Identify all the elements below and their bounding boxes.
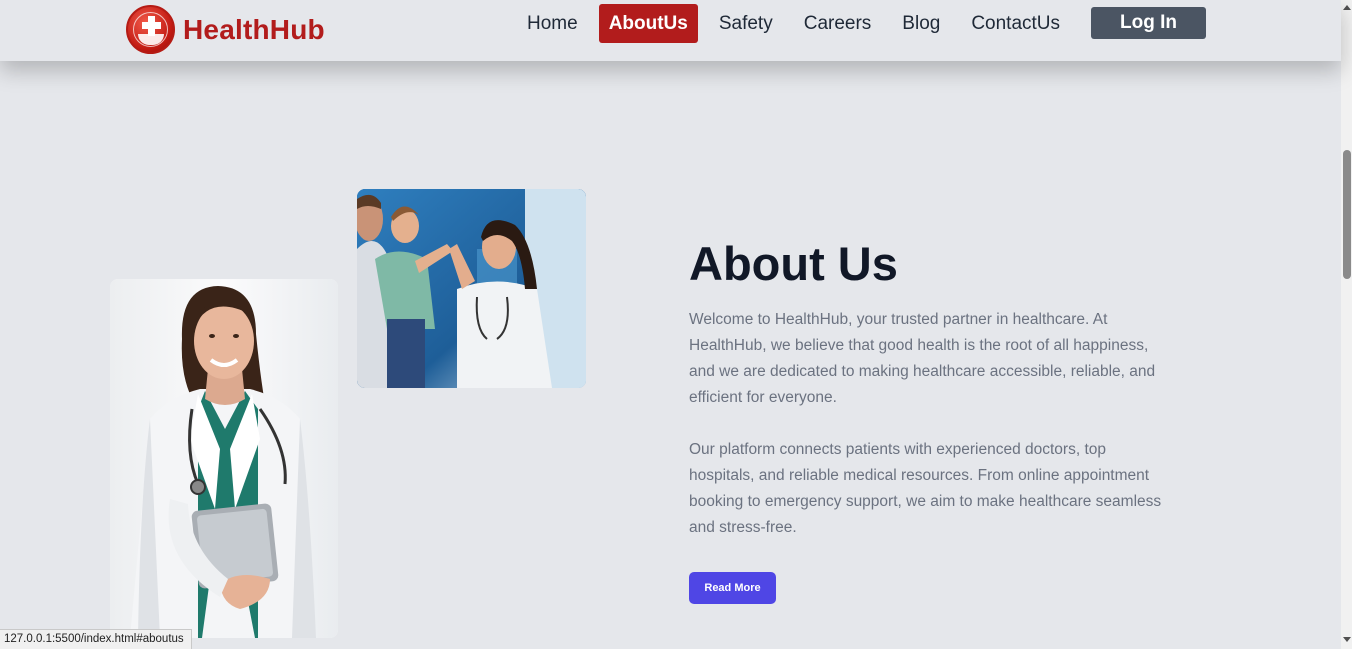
nav-blog[interactable]: Blog <box>892 4 950 43</box>
nav-careers[interactable]: Careers <box>794 4 882 43</box>
female-doctor-photo <box>110 279 338 638</box>
nav-aboutus[interactable]: AboutUs <box>598 3 698 43</box>
main-nav: Home AboutUs Safety Careers Blog Contact… <box>517 3 1081 43</box>
about-paragraph-1: Welcome to HealthHub, your trusted partn… <box>689 311 1156 406</box>
nav-safety[interactable]: Safety <box>709 4 783 43</box>
family-high-five-photo <box>357 189 586 388</box>
scroll-down-icon[interactable] <box>1343 637 1351 642</box>
about-paragraph-2: Our platform connects patients with expe… <box>689 441 1162 536</box>
read-more-button[interactable]: Read More <box>689 572 776 604</box>
nav-home[interactable]: Home <box>517 4 588 43</box>
brand-logo[interactable]: HealthHub <box>126 5 325 54</box>
nav-contactus[interactable]: ContactUs <box>961 4 1070 43</box>
login-button[interactable]: Log In <box>1091 7 1206 39</box>
site-header: HealthHub Home AboutUs Safety Careers Bl… <box>0 0 1341 61</box>
about-title: About Us <box>689 237 898 290</box>
medical-cross-globe-icon <box>126 5 175 54</box>
page-scrollbar[interactable] <box>1341 0 1352 649</box>
scroll-thumb[interactable] <box>1343 150 1351 279</box>
status-bar-url: 127.0.0.1:5500/index.html#aboutus <box>0 629 192 649</box>
brand-name: HealthHub <box>183 13 325 45</box>
scroll-up-icon[interactable] <box>1343 5 1351 10</box>
